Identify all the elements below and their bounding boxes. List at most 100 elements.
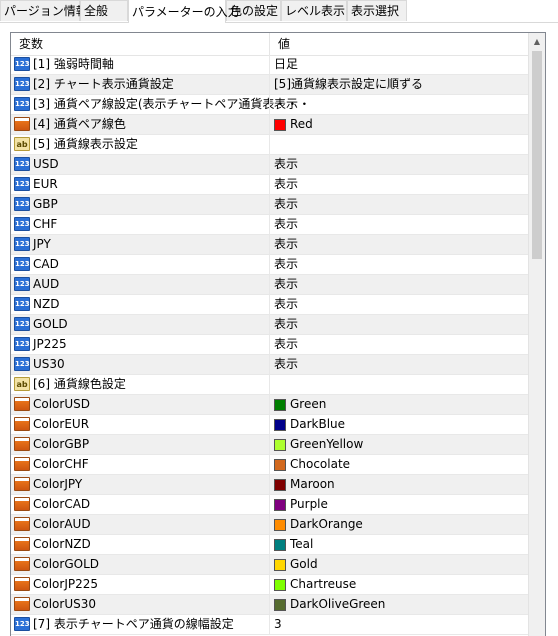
table-row[interactable]: 123 NZD 表示 — [11, 295, 528, 315]
variable-name: JPY — [33, 237, 51, 251]
integer-type-icon: 123 — [14, 357, 30, 371]
table-row[interactable]: ab [5] 通貨線表示設定 — [11, 135, 528, 155]
variable-name: [2] チャート表示通貨設定 — [33, 77, 174, 91]
table-row[interactable]: 123 CAD 表示 — [11, 255, 528, 275]
table-row[interactable]: 123 EUR 表示 — [11, 175, 528, 195]
value-cell[interactable]: Teal — [269, 535, 529, 554]
variable-name: [6] 通貨線色設定 — [33, 377, 126, 391]
table-row[interactable]: 123 [3] 通貨ペア線設定(表示チャートペア通貨表・・・ 表示 — [11, 95, 528, 115]
table-row[interactable]: 123 JP225 表示 — [11, 335, 528, 355]
value-cell[interactable]: DarkBlue — [269, 415, 529, 434]
value-cell[interactable]: Green — [269, 395, 529, 414]
value-cell[interactable] — [269, 375, 529, 394]
integer-type-icon: 123 — [14, 257, 30, 271]
value-cell[interactable]: 表示 — [269, 315, 529, 334]
table-row[interactable]: ColorCHF Chocolate — [11, 455, 528, 475]
value-cell[interactable]: 表示 — [269, 195, 529, 214]
table-row[interactable]: ColorNZD Teal — [11, 535, 528, 555]
integer-type-icon: 123 — [14, 277, 30, 291]
variable-cell: 123 [1] 強弱時間軸 — [11, 55, 269, 74]
value-cell[interactable]: Gold — [269, 555, 529, 574]
integer-type-icon: 123 — [14, 57, 30, 71]
value-cell[interactable]: 表示 — [269, 95, 529, 114]
value-cell[interactable]: Purple — [269, 495, 529, 514]
variable-cell: ColorJP225 — [11, 575, 269, 594]
table-row[interactable]: ColorUS30 DarkOliveGreen — [11, 595, 528, 615]
value-cell[interactable]: DarkOliveGreen — [269, 595, 529, 614]
tab-visualization[interactable]: 表示選択 — [347, 0, 407, 21]
value-cell[interactable]: Chartreuse — [269, 575, 529, 594]
value-cell[interactable]: 日足 — [269, 55, 529, 74]
column-header-value[interactable]: 値 — [270, 33, 528, 55]
table-row[interactable]: [4] 通貨ペア線色 Red — [11, 115, 528, 135]
value-cell[interactable]: 表示 — [269, 215, 529, 234]
table-row[interactable]: ColorCAD Purple — [11, 495, 528, 515]
scrollbar-thumb[interactable] — [532, 51, 542, 259]
variable-name: ColorNZD — [33, 537, 91, 551]
color-type-icon — [14, 477, 30, 491]
table-row[interactable]: 123 GOLD 表示 — [11, 315, 528, 335]
color-type-icon — [14, 537, 30, 551]
variable-value: 表示 — [274, 317, 299, 331]
variable-name: ColorJPY — [33, 477, 83, 491]
variable-value: [5]通貨線表示設定に順ずる — [274, 77, 423, 91]
value-cell[interactable]: 3 — [269, 615, 529, 634]
variable-value: 日足 — [274, 57, 299, 71]
value-cell[interactable]: GreenYellow — [269, 435, 529, 454]
parameters-table: 変数 値 123 [1] 強弱時間軸 日足 123 [2] チャート表示通貨設定 [5]通… — [10, 32, 546, 636]
variable-cell: 123 USD — [11, 155, 269, 174]
table-row[interactable]: ColorAUD DarkOrange — [11, 515, 528, 535]
column-header-variable[interactable]: 変数 — [11, 33, 269, 55]
variable-cell: 123 [7] 表示チャートペア通貨の線幅設定 — [11, 615, 269, 634]
color-swatch — [274, 519, 286, 531]
variable-value: 表示 — [274, 97, 299, 111]
table-row[interactable]: ab [6] 通貨線色設定 — [11, 375, 528, 395]
value-cell[interactable]: [5]通貨線表示設定に順ずる — [269, 75, 529, 94]
value-cell[interactable]: 表示 — [269, 175, 529, 194]
variable-name: ColorCHF — [33, 457, 89, 471]
value-cell[interactable]: Chocolate — [269, 455, 529, 474]
vertical-scrollbar[interactable]: ▲ — [528, 33, 545, 636]
value-cell[interactable]: 表示 — [269, 235, 529, 254]
tab-version-info[interactable]: パージョン情報 — [0, 0, 88, 21]
integer-type-icon: 123 — [14, 217, 30, 231]
variable-name: [5] 通貨線表示設定 — [33, 137, 138, 151]
table-row[interactable]: ColorUSD Green — [11, 395, 528, 415]
table-row[interactable]: 123 [1] 強弱時間軸 日足 — [11, 55, 528, 75]
table-row[interactable]: ColorJPY Maroon — [11, 475, 528, 495]
table-row[interactable]: 123 [2] チャート表示通貨設定 [5]通貨線表示設定に順ずる — [11, 75, 528, 95]
variable-cell: 123 [3] 通貨ペア線設定(表示チャートペア通貨表・・・ — [11, 95, 310, 114]
value-cell[interactable]: Maroon — [269, 475, 529, 494]
table-row[interactable]: 123 CHF 表示 — [11, 215, 528, 235]
value-cell[interactable]: 表示 — [269, 255, 529, 274]
table-row[interactable]: 123 USD 表示 — [11, 155, 528, 175]
value-cell[interactable]: 表示 — [269, 355, 529, 374]
value-cell[interactable]: 表示 — [269, 155, 529, 174]
variable-cell: ColorNZD — [11, 535, 269, 554]
value-cell[interactable]: 表示 — [269, 335, 529, 354]
string-type-icon: ab — [14, 377, 30, 391]
table-row[interactable]: ColorEUR DarkBlue — [11, 415, 528, 435]
tab-general[interactable]: 全般 — [80, 0, 128, 21]
variable-cell: 123 [2] チャート表示通貨設定 — [11, 75, 269, 94]
value-cell[interactable]: 表示 — [269, 295, 529, 314]
tab-levels[interactable]: レベル表示 — [281, 0, 347, 21]
scroll-up-arrow-icon[interactable]: ▲ — [529, 33, 545, 50]
table-row[interactable]: 123 AUD 表示 — [11, 275, 528, 295]
table-row[interactable]: ColorJP225 Chartreuse — [11, 575, 528, 595]
variable-name: ColorGBP — [33, 437, 90, 451]
variable-name: JP225 — [33, 337, 67, 351]
value-cell[interactable] — [269, 135, 529, 154]
table-row[interactable]: 123 US30 表示 — [11, 355, 528, 375]
value-cell[interactable]: Red — [269, 115, 529, 134]
tab-inputs[interactable]: パラメーターの入力 — [128, 0, 240, 23]
table-row[interactable]: ColorGOLD Gold — [11, 555, 528, 575]
table-row[interactable]: 123 [7] 表示チャートペア通貨の線幅設定 3 — [11, 615, 528, 635]
variable-cell: ColorCAD — [11, 495, 269, 514]
table-row[interactable]: 123 JPY 表示 — [11, 235, 528, 255]
variable-cell: ColorUS30 — [11, 595, 269, 614]
value-cell[interactable]: DarkOrange — [269, 515, 529, 534]
table-row[interactable]: ColorGBP GreenYellow — [11, 435, 528, 455]
table-row[interactable]: 123 GBP 表示 — [11, 195, 528, 215]
value-cell[interactable]: 表示 — [269, 275, 529, 294]
